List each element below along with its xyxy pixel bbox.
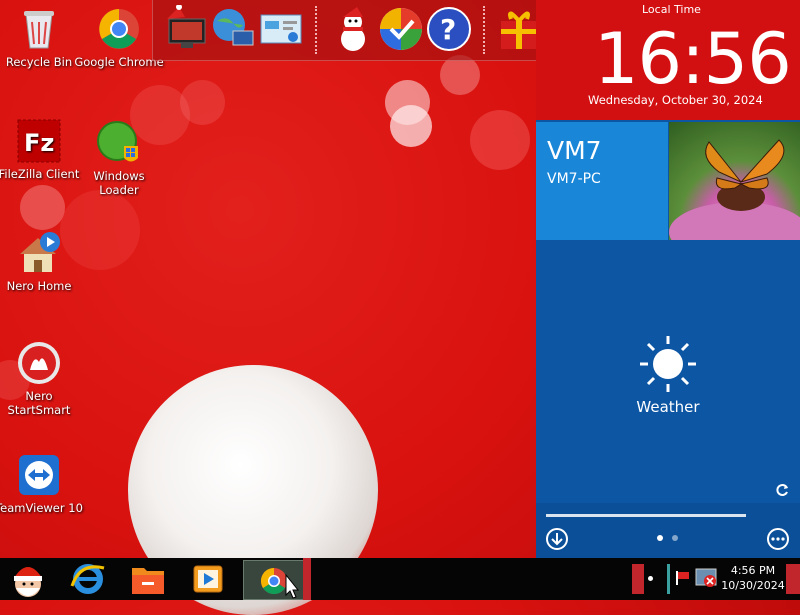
page-dot[interactable] — [672, 535, 678, 541]
christmas-computer-icon[interactable] — [163, 4, 211, 53]
taskbar-media-player[interactable] — [188, 560, 228, 598]
clock-date: Wednesday, October 30, 2024 — [588, 93, 763, 107]
recycle-bin-icon — [16, 6, 62, 52]
chrome-icon — [260, 567, 300, 599]
desktop-icon-label: Nero Home — [6, 279, 72, 293]
taskbar-internet-explorer[interactable] — [68, 560, 108, 598]
taskbar-edge-marker — [303, 558, 311, 600]
desktop-icon-teamviewer[interactable]: TeamViewer 10 — [0, 452, 84, 515]
snowman-icon[interactable] — [329, 5, 377, 53]
more-options-icon[interactable] — [766, 527, 790, 551]
svg-text:Fz: Fz — [24, 129, 54, 157]
desktop-icon-google-chrome[interactable]: Google Chrome — [74, 6, 164, 69]
taskbar-chrome[interactable] — [243, 560, 305, 600]
show-desktop-button[interactable] — [786, 564, 800, 594]
side-panel: Local Time 16:56 Wednesday, October 30, … — [536, 0, 800, 558]
chrome-icon — [96, 6, 142, 52]
desktop-icon-label: Nero StartSmart — [7, 389, 71, 417]
desktop-icon-label: Recycle Bin — [5, 55, 73, 69]
windows-shield-icon — [96, 120, 142, 166]
flag-icon[interactable] — [674, 569, 692, 587]
user-name: VM7 — [547, 136, 602, 165]
butterfly-photo — [669, 139, 800, 240]
arrow-down-icon[interactable] — [545, 527, 569, 551]
teamviewer-icon — [16, 452, 62, 498]
user-tile[interactable]: VM7 VM7-PC — [536, 122, 668, 240]
start-button[interactable] — [2, 560, 54, 598]
page-dot-active[interactable] — [657, 535, 663, 541]
desktop-icon-windows-loader[interactable]: Windows Loader — [74, 120, 164, 197]
taskbar-time[interactable]: 4:56 PM — [720, 564, 786, 577]
file-explorer-icon — [132, 568, 164, 594]
clock-widget: Local Time 16:56 Wednesday, October 30, … — [536, 0, 800, 120]
network-icon[interactable] — [694, 567, 720, 589]
internet-explorer-icon — [70, 564, 105, 594]
windows-shield-icon[interactable] — [377, 5, 425, 53]
sun-icon — [640, 336, 696, 392]
help-icon[interactable]: ? — [425, 5, 473, 53]
desktop-icon-label: Google Chrome — [74, 55, 164, 69]
progress-bar — [546, 514, 746, 517]
refresh-icon[interactable] — [776, 483, 790, 497]
control-panel-icon[interactable] — [257, 5, 305, 53]
desktop-icon-label: FileZilla Client — [0, 167, 80, 181]
clock-time: 16:56 — [594, 18, 792, 100]
desktop-icon-nero-home[interactable]: Nero Home — [0, 230, 84, 293]
side-bottom-bar — [536, 503, 800, 558]
filezilla-icon: Fz — [16, 118, 62, 164]
network-globe-icon[interactable] — [209, 5, 257, 53]
nero-startsmart-icon — [16, 340, 62, 386]
santa-start-icon — [14, 567, 42, 597]
media-player-icon — [193, 565, 223, 593]
photo-tile[interactable] — [669, 122, 800, 240]
desktop-icon-nero-startsmart[interactable]: Nero StartSmart — [0, 340, 84, 417]
taskbar-file-explorer[interactable] — [128, 560, 168, 598]
pc-name: VM7-PC — [547, 171, 601, 187]
tray-dot — [648, 576, 653, 581]
desktop-icon-label: TeamViewer 10 — [0, 501, 83, 515]
tray-marker — [632, 564, 644, 594]
weather-tile[interactable]: Weather — [536, 241, 800, 503]
svg-text:?: ? — [440, 13, 456, 46]
desktop-icon-recycle-bin[interactable]: Recycle Bin — [0, 6, 84, 69]
nero-home-icon — [16, 230, 62, 276]
taskbar: 4:56 PM 10/30/2024 — [0, 558, 800, 600]
weather-label: Weather — [636, 398, 700, 416]
clock-label: Local Time — [642, 3, 701, 16]
taskbar-date[interactable]: 10/30/2024 — [720, 579, 786, 592]
desktop-icon-filezilla[interactable]: Fz FileZilla Client — [0, 118, 84, 181]
tray-divider — [667, 564, 670, 594]
desktop-icon-label: Windows Loader — [93, 169, 145, 197]
